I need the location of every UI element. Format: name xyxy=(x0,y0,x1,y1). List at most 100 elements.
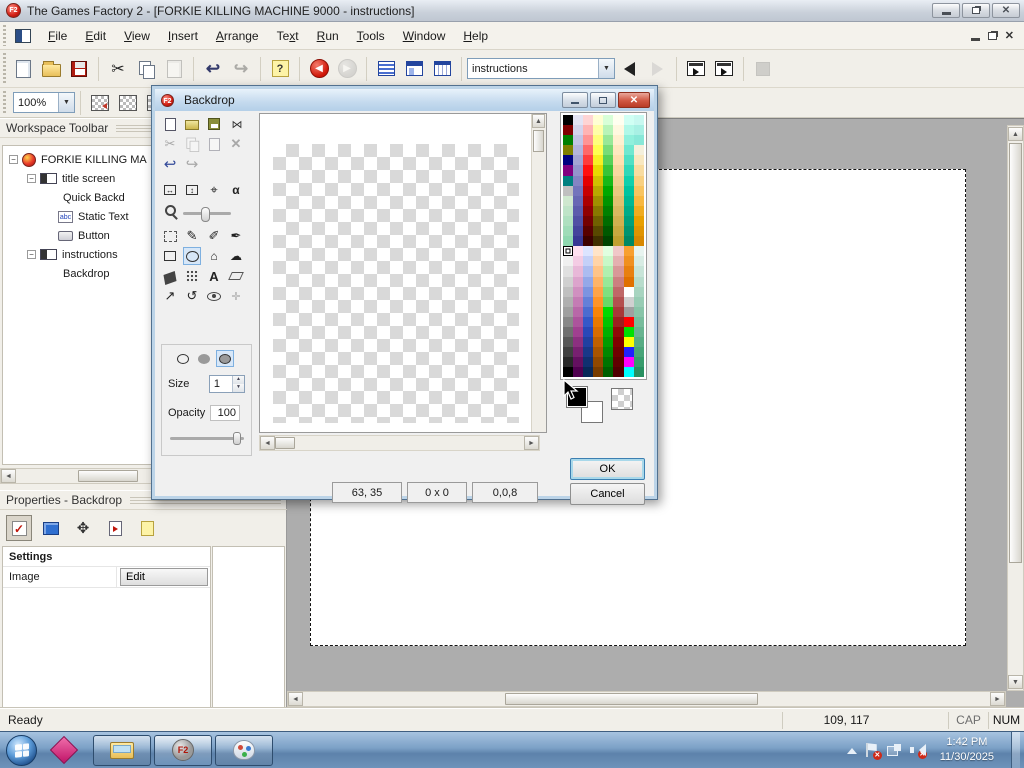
palette-cell[interactable] xyxy=(593,135,604,146)
palette-cell[interactable] xyxy=(593,347,604,358)
palette-cell[interactable] xyxy=(593,145,604,156)
palette-cell[interactable] xyxy=(583,337,594,348)
start-button[interactable] xyxy=(6,734,37,766)
zoom-slider[interactable] xyxy=(183,207,231,222)
palette-cell[interactable] xyxy=(633,195,644,206)
palette-cell[interactable] xyxy=(563,296,574,307)
palette-cell[interactable] xyxy=(573,286,584,297)
palette-cell[interactable] xyxy=(593,316,604,327)
palette-cell[interactable] xyxy=(603,145,614,156)
redo-tool-button[interactable]: ↪ xyxy=(183,155,201,173)
palette-cell[interactable] xyxy=(623,195,634,206)
zoom-tool-button[interactable] xyxy=(161,201,179,219)
palette-cell[interactable] xyxy=(613,296,624,307)
palette-cell[interactable] xyxy=(603,296,614,307)
palette-cell[interactable] xyxy=(573,256,584,267)
size-vertical-button[interactable]: ↕ xyxy=(183,181,201,199)
new-button[interactable] xyxy=(10,56,36,82)
scroll-thumb[interactable] xyxy=(1009,143,1022,563)
volume-muted-icon[interactable]: ✕ xyxy=(909,744,927,759)
open-button[interactable] xyxy=(38,56,64,82)
palette-cell[interactable] xyxy=(563,185,574,196)
palette-cell[interactable] xyxy=(603,155,614,166)
palette-cell[interactable] xyxy=(623,115,634,126)
palette-cell[interactable] xyxy=(613,266,624,277)
storyboard-editor-button[interactable] xyxy=(373,56,399,82)
palette-cell[interactable] xyxy=(593,326,604,338)
mode-filled-button[interactable] xyxy=(195,350,213,367)
palette-cell[interactable] xyxy=(633,306,644,317)
palette-cell[interactable] xyxy=(583,165,594,176)
palette-cell[interactable] xyxy=(583,296,594,307)
next-frame-button[interactable] xyxy=(644,56,670,82)
palette-cell[interactable] xyxy=(573,185,584,196)
palette-cell[interactable] xyxy=(563,306,574,317)
canvas-vscrollbar[interactable]: ▲ xyxy=(531,114,546,432)
palette-cell[interactable] xyxy=(613,286,624,297)
palette-cell[interactable] xyxy=(573,367,584,378)
help-button[interactable]: ? xyxy=(267,56,293,82)
palette-cell[interactable] xyxy=(613,155,624,166)
palette-cell[interactable] xyxy=(593,175,604,186)
capture-tool-button[interactable]: ✛ xyxy=(227,287,245,305)
palette-cell[interactable] xyxy=(573,205,584,216)
size-horizontal-button[interactable]: ↔ xyxy=(161,181,179,199)
dialog-minimize-button[interactable] xyxy=(562,92,588,108)
palette-cell[interactable] xyxy=(573,337,584,348)
palette-cell[interactable] xyxy=(563,226,574,237)
palette-cell[interactable] xyxy=(603,185,614,196)
palette-cell[interactable] xyxy=(593,236,604,247)
palette-cell[interactable] xyxy=(583,205,594,216)
palette-cell[interactable] xyxy=(623,276,634,287)
palette-cell[interactable] xyxy=(633,367,644,378)
palette-cell[interactable] xyxy=(583,115,594,126)
palette-cell[interactable] xyxy=(603,326,614,338)
palette-cell[interactable] xyxy=(623,236,634,247)
palette-cell[interactable] xyxy=(613,337,624,348)
shape-tool-button[interactable]: ☁ xyxy=(227,247,245,265)
stop-button[interactable] xyxy=(750,56,776,82)
palette-cell[interactable] xyxy=(633,316,644,327)
palette-cell[interactable] xyxy=(633,215,644,227)
palette-cell[interactable] xyxy=(613,347,624,358)
palette-cell[interactable] xyxy=(573,357,584,368)
menu-edit[interactable]: Edit xyxy=(76,25,115,47)
palette-cell[interactable] xyxy=(563,266,574,277)
palette-cell[interactable] xyxy=(613,316,624,327)
palette-cell[interactable] xyxy=(563,115,574,126)
scroll-thumb[interactable] xyxy=(275,437,295,449)
save-button[interactable] xyxy=(66,56,92,82)
palette-cell[interactable] xyxy=(613,236,624,247)
palette-cell[interactable] xyxy=(623,296,634,307)
menu-tools[interactable]: Tools xyxy=(348,25,394,47)
menu-text[interactable]: Text xyxy=(268,25,308,47)
palette-cell[interactable] xyxy=(613,276,624,287)
foreground-color-swatch[interactable] xyxy=(566,386,588,408)
opacity-slider[interactable] xyxy=(170,432,244,445)
tab-size-position[interactable]: ✥ xyxy=(70,515,96,541)
polygon-tool-button[interactable]: ⌂ xyxy=(205,247,223,265)
taskbar-clock[interactable]: 1:42 PM 11/30/2025 xyxy=(932,735,1002,765)
palette-cell[interactable] xyxy=(633,337,644,348)
palette-cell[interactable] xyxy=(593,155,604,166)
cut-button[interactable]: ✂ xyxy=(105,56,131,82)
palette-cell[interactable] xyxy=(593,306,604,317)
palette-cell[interactable] xyxy=(633,115,644,126)
spin-down-icon[interactable]: ▼ xyxy=(233,384,244,392)
palette-cell[interactable] xyxy=(563,276,574,287)
palette-cell[interactable] xyxy=(593,367,604,378)
palette-cell[interactable] xyxy=(603,246,614,257)
palette-cell[interactable] xyxy=(603,215,614,227)
tree-expander-icon[interactable]: − xyxy=(27,174,36,183)
palette-cell[interactable] xyxy=(603,357,614,368)
dialog-maximize-button[interactable] xyxy=(590,92,616,108)
palette-cell[interactable] xyxy=(613,246,624,257)
frame-hscrollbar[interactable]: ◄ ► xyxy=(287,691,1006,707)
mode-outline-button[interactable] xyxy=(174,350,192,367)
ok-button[interactable]: OK xyxy=(570,458,645,480)
palette-cell[interactable] xyxy=(623,135,634,146)
paste-button[interactable] xyxy=(161,56,187,82)
palette-cell[interactable] xyxy=(623,226,634,237)
palette-cell[interactable] xyxy=(603,226,614,237)
palette-cell[interactable] xyxy=(573,115,584,126)
